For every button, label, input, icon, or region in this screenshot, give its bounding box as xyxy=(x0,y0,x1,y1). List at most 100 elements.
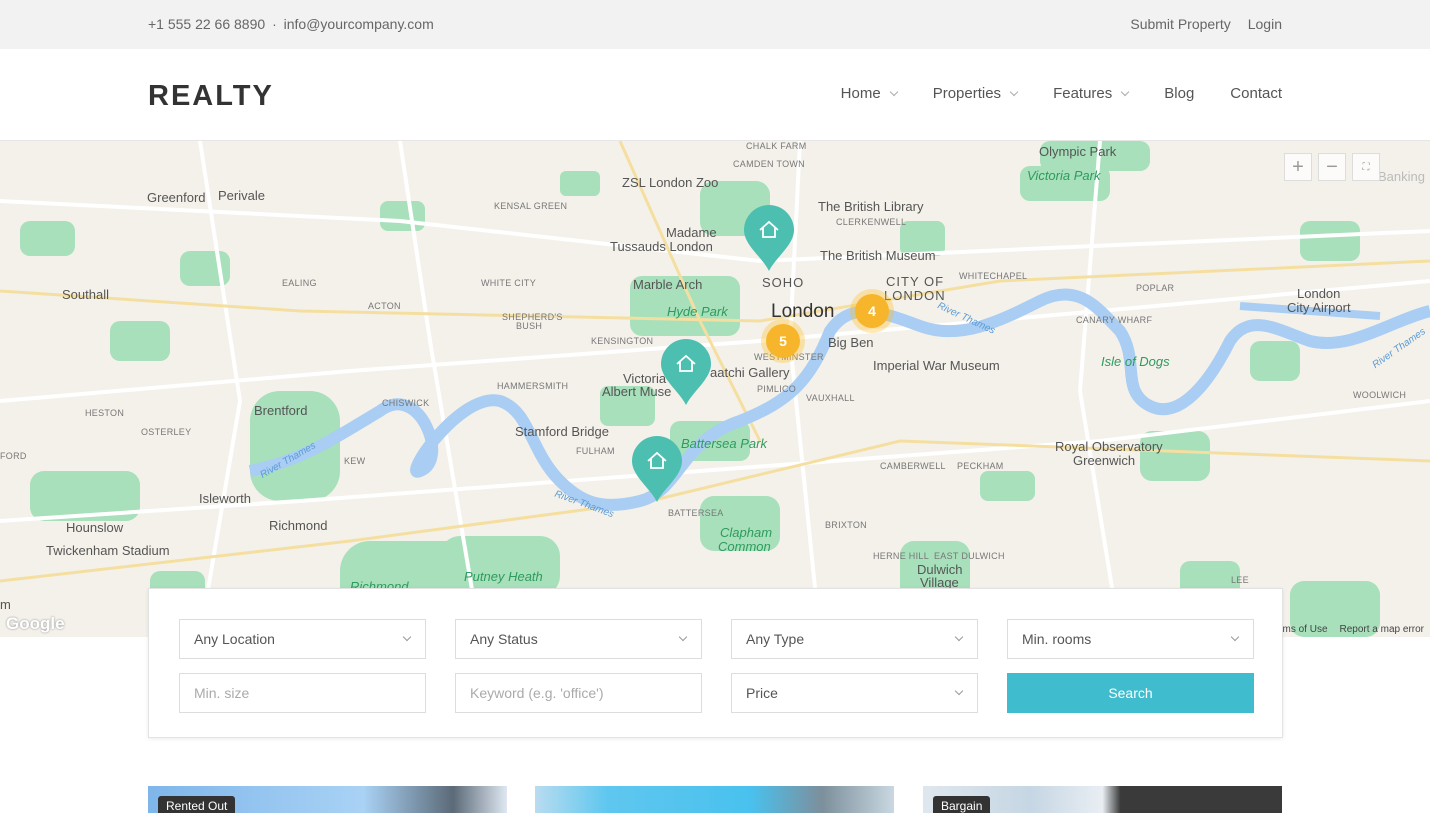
map-label: Common xyxy=(718,539,771,554)
report-map-error-link[interactable]: Report a map error xyxy=(1340,624,1424,635)
map-label: WOOLWICH xyxy=(1353,390,1407,400)
listing-card[interactable] xyxy=(535,786,894,813)
nav-features-label: Features xyxy=(1053,85,1113,102)
status-select-value: Any Status xyxy=(470,631,538,647)
logo[interactable]: REALTY xyxy=(148,80,274,113)
map-label: m xyxy=(0,597,11,612)
map-label: CHISWICK xyxy=(382,398,430,408)
map-label: HAMMERSMITH xyxy=(497,381,569,391)
search-panel: Any Location Any Status Any Type Min. ro… xyxy=(148,588,1283,738)
rooms-select[interactable]: Min. rooms xyxy=(1007,619,1254,659)
map-label: Putney Heath xyxy=(464,569,543,584)
cluster-marker[interactable]: 5 xyxy=(761,319,805,363)
keyword-field[interactable] xyxy=(455,673,702,713)
map-label: Twickenham Stadium xyxy=(46,543,170,558)
map-label: CHALK FARM xyxy=(746,141,807,151)
property-pin[interactable] xyxy=(632,436,682,502)
keyword-input[interactable] xyxy=(470,675,687,711)
chevron-down-icon xyxy=(1121,87,1130,96)
map-label: The British Library xyxy=(818,199,924,214)
location-select[interactable]: Any Location xyxy=(179,619,426,659)
home-pin-icon xyxy=(661,339,711,405)
map-label: WHITECHAPEL xyxy=(959,271,1028,281)
property-pin[interactable] xyxy=(661,339,711,405)
map-label: WHITE CITY xyxy=(481,278,536,288)
fullscreen-icon[interactable]: ⛶ xyxy=(1352,153,1380,181)
map-label: LEE xyxy=(1231,575,1249,585)
map-label: EALING xyxy=(282,278,317,288)
listing-card[interactable]: Bargain xyxy=(923,786,1282,813)
home-pin-icon xyxy=(744,205,794,271)
map-label: Battersea Park xyxy=(681,436,767,451)
status-badge: Rented Out xyxy=(158,796,236,813)
top-links: Submit Property Login xyxy=(1130,16,1282,32)
nav-features[interactable]: Features xyxy=(1053,85,1130,102)
phone-number[interactable]: +1 555 22 66 8890 xyxy=(148,16,265,32)
map-label: ZSL London Zoo xyxy=(622,175,719,190)
main-nav: Home Properties Features Blog Contact xyxy=(841,85,1282,102)
site-header: REALTY Home Properties Features Blog Con… xyxy=(0,49,1430,141)
listing-card[interactable]: Rented Out xyxy=(148,786,507,813)
status-badge: Bargain xyxy=(933,796,991,813)
email-address[interactable]: info@yourcompany.com xyxy=(284,16,434,32)
terms-link[interactable]: rms of Use xyxy=(1279,624,1327,635)
map-label: CAMDEN TOWN xyxy=(733,159,805,169)
map-footer-links: rms of Use Report a map error xyxy=(1279,624,1424,635)
map-label: Southall xyxy=(62,287,109,302)
nav-home[interactable]: Home xyxy=(840,85,898,102)
chevron-down-icon xyxy=(1009,87,1019,96)
nav-contact[interactable]: Contact xyxy=(1230,85,1282,102)
map-label: Richmond xyxy=(269,518,328,533)
nav-properties[interactable]: Properties xyxy=(933,85,1019,102)
map-label: Stamford Bridge xyxy=(515,424,609,439)
map-label: Hyde Park xyxy=(667,304,728,319)
zoom-in-button[interactable]: + xyxy=(1284,153,1312,181)
zoom-out-button[interactable]: − xyxy=(1318,153,1346,181)
property-pin[interactable] xyxy=(744,205,794,271)
map-label: Brentford xyxy=(254,403,308,418)
cluster-marker[interactable]: 4 xyxy=(850,289,894,333)
status-select[interactable]: Any Status xyxy=(455,619,702,659)
map-label: LONDON xyxy=(884,288,946,303)
map-label: Banking xyxy=(1378,169,1425,184)
map-label: VAUXHALL xyxy=(806,393,855,403)
map-background xyxy=(0,141,1430,637)
map-label: HERNE HILL xyxy=(873,551,930,561)
map-label: City Airport xyxy=(1287,300,1351,315)
map-label: Victoria Park xyxy=(1027,168,1101,183)
cluster-count: 4 xyxy=(855,294,889,328)
map-label: PECKHAM xyxy=(957,461,1004,471)
search-button[interactable]: Search xyxy=(1007,673,1254,713)
map-label: BRIXTON xyxy=(825,520,867,530)
submit-property-link[interactable]: Submit Property xyxy=(1130,16,1230,32)
property-map[interactable]: London SOHO CITY OF LONDON Greenford Per… xyxy=(0,141,1430,637)
map-label: aatchi Gallery xyxy=(710,365,790,380)
map-label: Isle of Dogs xyxy=(1101,354,1170,369)
nav-home-label: Home xyxy=(840,85,881,102)
map-label: Marble Arch xyxy=(633,277,703,292)
chevron-down-icon xyxy=(1230,632,1240,642)
google-logo: Google xyxy=(6,614,65,633)
min-size-field[interactable] xyxy=(179,673,426,713)
nav-blog[interactable]: Blog xyxy=(1164,85,1194,102)
map-label: London xyxy=(1297,286,1341,301)
min-size-input[interactable] xyxy=(194,675,411,711)
map-label: CAMBERWELL xyxy=(880,461,946,471)
map-label: Big Ben xyxy=(828,335,874,350)
nav-contact-label: Contact xyxy=(1230,85,1282,102)
location-select-value: Any Location xyxy=(194,631,275,647)
cluster-count: 5 xyxy=(766,324,800,358)
map-label: BUSH xyxy=(516,321,543,331)
login-link[interactable]: Login xyxy=(1248,16,1282,32)
map-label: Perivale xyxy=(218,188,265,203)
map-label: Madame xyxy=(666,225,717,240)
map-label: Royal Observatory xyxy=(1055,439,1163,454)
map-label: KEW xyxy=(344,456,366,466)
type-select-value: Any Type xyxy=(746,631,805,647)
price-select[interactable]: Price xyxy=(731,673,978,713)
map-label: KENSAL GREEN xyxy=(494,201,568,211)
map-label: Olympic Park xyxy=(1039,144,1117,159)
type-select[interactable]: Any Type xyxy=(731,619,978,659)
chevron-down-icon xyxy=(954,632,964,642)
map-label: KENSINGTON xyxy=(591,336,654,346)
